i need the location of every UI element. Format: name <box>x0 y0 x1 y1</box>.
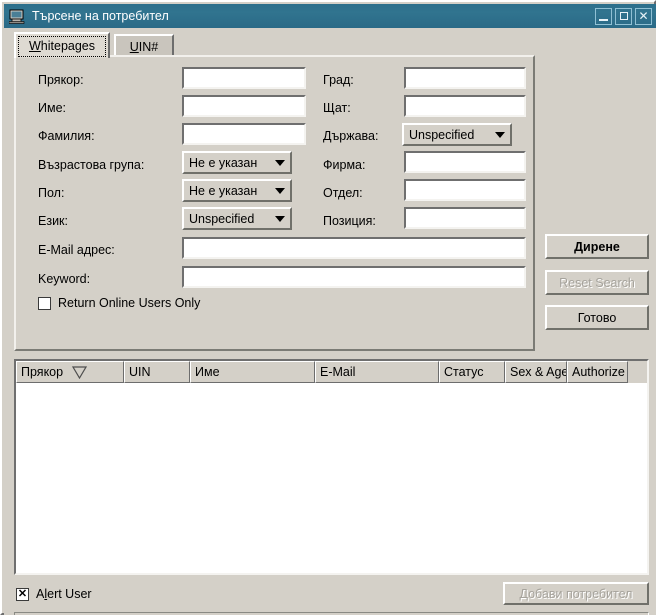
column-header-uin-label: UIN <box>129 365 151 379</box>
window-frame: Търсене на потребител ✕ Whitepages UIN# … <box>0 0 656 615</box>
column-header-name-label: Име <box>195 365 220 379</box>
column-header-email-label: E-Mail <box>320 365 356 379</box>
label-agegroup: Възрастова група: <box>38 158 145 172</box>
checkbox-box <box>16 587 29 601</box>
label-gender: Пол: <box>38 186 65 200</box>
tab-focus-outline <box>18 36 106 57</box>
column-header-authorize-label: Authorize <box>572 365 625 379</box>
chevron-down-icon <box>495 131 505 138</box>
reset-search-button[interactable]: Reset Search <box>545 270 649 295</box>
column-header-sex-age-label: Sex & Age <box>510 365 567 379</box>
label-city: Град: <box>323 73 354 87</box>
agegroup-select[interactable]: Не е указан <box>182 151 292 174</box>
alert-user-label: Alert User <box>36 587 92 601</box>
sort-descending-icon <box>72 365 88 379</box>
search-criteria-panel: Прякор: Име: Фамилия: Възрастова група: … <box>14 55 535 351</box>
minimize-icon <box>599 18 608 21</box>
label-department: Отдел: <box>323 186 363 200</box>
language-select-value: Unspecified <box>189 211 255 226</box>
column-header-status-label: Статус <box>444 365 484 379</box>
search-button-label: Дирене <box>574 239 620 254</box>
alert-user-checkbox[interactable]: Alert User <box>16 587 92 601</box>
search-button[interactable]: Дирене <box>545 234 649 259</box>
results-header-row: Прякор UIN Име E-Mail Статус Sex & Age A… <box>16 361 647 383</box>
online-users-only-checkbox[interactable]: Return Online Users Only <box>38 296 200 310</box>
user-search-dialog: Търсене на потребител ✕ Whitepages UIN# … <box>0 0 656 615</box>
window-title: Търсене на потребител <box>32 9 169 23</box>
column-header-nickname[interactable]: Прякор <box>16 361 124 383</box>
chevron-down-icon <box>275 187 285 194</box>
client-area: Whitepages UIN# Прякор: Име: Фамилия: Въ… <box>4 28 656 615</box>
minimize-button[interactable] <box>595 7 612 25</box>
close-button[interactable]: ✕ <box>635 7 652 25</box>
tab-whitepages[interactable]: Whitepages <box>14 32 110 58</box>
label-keyword: Keyword: <box>38 272 91 286</box>
add-user-button[interactable]: Добави потребител <box>503 582 649 605</box>
column-header-nickname-label: Прякор <box>21 365 64 379</box>
column-header-sex-age[interactable]: Sex & Age <box>505 361 567 383</box>
chevron-down-icon <box>275 159 285 166</box>
column-header-name[interactable]: Име <box>190 361 315 383</box>
department-input[interactable] <box>404 179 526 201</box>
gender-select[interactable]: Не е указан <box>182 179 292 202</box>
email-input[interactable] <box>182 237 526 259</box>
label-nickname: Прякор: <box>38 73 84 87</box>
keyword-input[interactable] <box>182 266 526 288</box>
checkbox-box <box>38 296 51 310</box>
label-company: Фирма: <box>323 158 366 172</box>
language-select[interactable]: Unspecified <box>182 207 292 230</box>
column-header-uin[interactable]: UIN <box>124 361 190 383</box>
window-controls: ✕ <box>595 7 652 25</box>
label-country: Държава: <box>323 129 379 143</box>
reset-search-button-label: Reset Search <box>559 275 635 290</box>
label-position: Позиция: <box>323 214 376 228</box>
column-header-authorize[interactable]: Authorize <box>567 361 628 383</box>
computer-icon <box>8 9 25 24</box>
title-bar[interactable]: Търсене на потребител ✕ <box>4 4 656 28</box>
label-lastname: Фамилия: <box>38 129 95 143</box>
position-input[interactable] <box>404 207 526 229</box>
label-state: Щат: <box>323 101 351 115</box>
city-input[interactable] <box>404 67 526 89</box>
gender-select-value: Не е указан <box>189 183 258 198</box>
column-header-email[interactable]: E-Mail <box>315 361 439 383</box>
done-button-label: Готово <box>577 310 617 325</box>
close-icon: ✕ <box>638 9 649 23</box>
country-select[interactable]: Unspecified <box>402 123 512 146</box>
online-users-only-label: Return Online Users Only <box>58 296 201 310</box>
maximize-icon <box>620 11 628 20</box>
firstname-input[interactable] <box>182 95 306 117</box>
add-user-button-label: Добави потребител <box>519 586 633 601</box>
label-firstname: Име: <box>38 101 67 115</box>
chevron-down-icon <box>275 215 285 222</box>
tab-uin-label: UIN# <box>129 40 159 54</box>
lastname-input[interactable] <box>182 123 306 145</box>
label-language: Език: <box>38 214 68 228</box>
company-input[interactable] <box>404 151 526 173</box>
column-header-status[interactable]: Статус <box>439 361 505 383</box>
results-list[interactable]: Прякор UIN Име E-Mail Статус Sex & Age A… <box>14 359 649 575</box>
agegroup-select-value: Не е указан <box>189 155 258 170</box>
state-input[interactable] <box>404 95 526 117</box>
done-button[interactable]: Готово <box>545 305 649 330</box>
nickname-input[interactable] <box>182 67 306 89</box>
maximize-button[interactable] <box>615 7 632 25</box>
country-select-value: Unspecified <box>409 127 475 142</box>
results-body <box>16 383 647 573</box>
label-email: E-Mail адрес: <box>38 243 115 257</box>
